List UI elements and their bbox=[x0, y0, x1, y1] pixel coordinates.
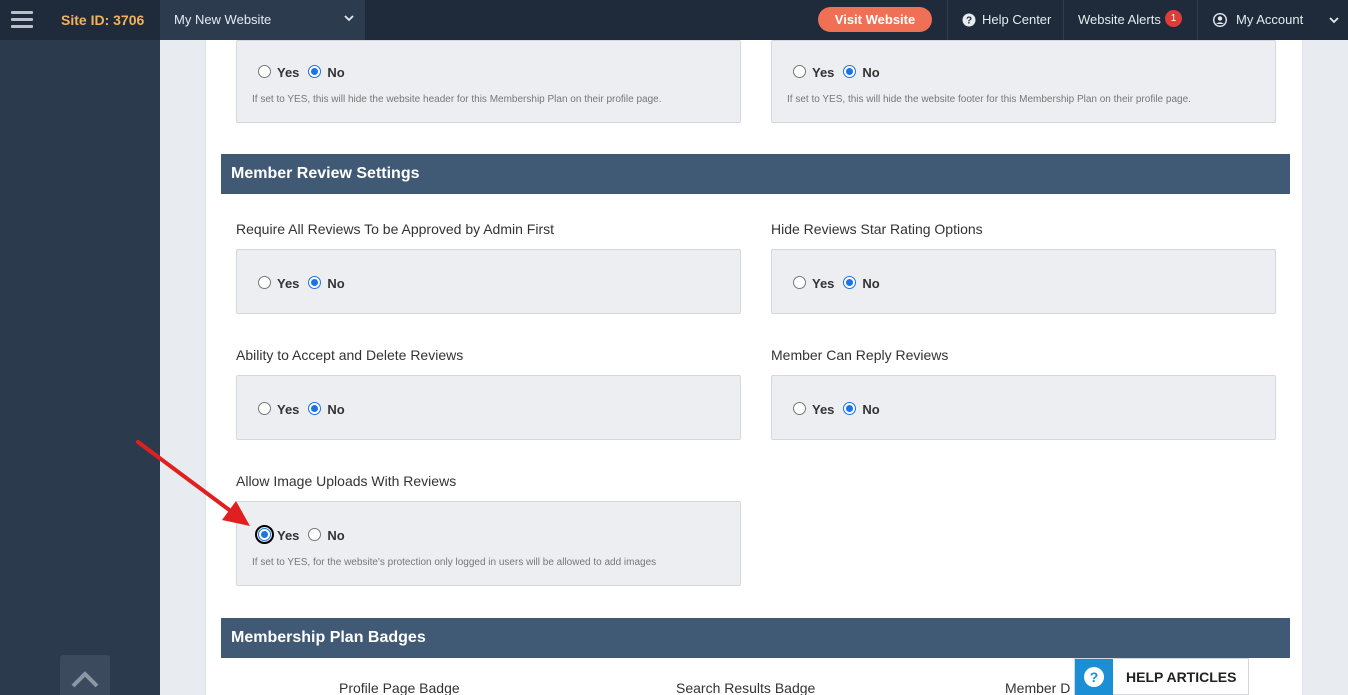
radio-no[interactable] bbox=[308, 527, 322, 541]
settings-card: Yes No If set to YES, this will hide the… bbox=[205, 40, 1303, 695]
member-review-settings-header: Member Review Settings bbox=[221, 154, 1290, 194]
field-label: Member Can Reply Reviews bbox=[771, 347, 949, 363]
scroll-to-top-button[interactable] bbox=[60, 655, 110, 695]
nav-divider bbox=[947, 0, 948, 40]
member-reply-box: Yes No bbox=[771, 375, 1276, 440]
website-selector-label: My New Website bbox=[174, 12, 272, 27]
user-account-icon bbox=[1213, 13, 1227, 27]
radio-yes[interactable] bbox=[793, 64, 806, 78]
hide-footer-box: Yes No If set to YES, this will hide the… bbox=[771, 40, 1276, 123]
radio-yes[interactable] bbox=[793, 401, 806, 415]
help-center-link[interactable]: Help Center bbox=[982, 12, 1051, 27]
radio-yes[interactable] bbox=[258, 401, 271, 415]
top-navigation-bar: Site ID: 3706 My New Website Visit Websi… bbox=[0, 0, 1348, 40]
sidebar bbox=[0, 40, 160, 695]
help-text: If set to YES, this will hide the websit… bbox=[252, 94, 662, 105]
accept-delete-reviews-box: Yes No bbox=[236, 375, 741, 440]
annotation-arrow-icon bbox=[136, 440, 250, 526]
help-text: If set to YES, for the website's protect… bbox=[252, 557, 657, 568]
help-articles-widget[interactable]: ? HELP ARTICLES bbox=[1074, 658, 1249, 695]
hide-star-rating-box: Yes No bbox=[771, 249, 1276, 314]
radio-yes[interactable] bbox=[258, 275, 271, 289]
hide-header-box: Yes No If set to YES, this will hide the… bbox=[236, 40, 741, 123]
radio-no[interactable] bbox=[843, 401, 857, 415]
website-selector[interactable]: My New Website bbox=[160, 0, 365, 40]
field-label: Ability to Accept and Delete Reviews bbox=[236, 347, 464, 363]
nav-divider bbox=[1197, 0, 1198, 40]
radio-no[interactable] bbox=[308, 401, 322, 415]
website-alerts-link[interactable]: Website Alerts bbox=[1078, 12, 1161, 27]
help-text: If set to YES, this will hide the websit… bbox=[787, 94, 1191, 105]
main-content: Yes No If set to YES, this will hide the… bbox=[160, 40, 1348, 695]
radio-yes[interactable] bbox=[258, 64, 271, 78]
membership-plan-badges-header: Membership Plan Badges bbox=[221, 618, 1290, 658]
help-articles-label: HELP ARTICLES bbox=[1126, 669, 1237, 685]
svg-text:?: ? bbox=[966, 16, 972, 27]
help-circle-icon: ? bbox=[962, 13, 976, 27]
profile-page-badge-label: Profile Page Badge bbox=[339, 680, 460, 695]
radio-no[interactable] bbox=[308, 64, 322, 78]
radio-no[interactable] bbox=[843, 64, 857, 78]
visit-website-button[interactable]: Visit Website bbox=[818, 7, 932, 32]
image-uploads-box: Yes No If set to YES, for the website's … bbox=[236, 501, 741, 586]
field-label: Hide Reviews Star Rating Options bbox=[771, 221, 983, 237]
chevron-up-icon bbox=[71, 671, 99, 688]
search-results-badge-label: Search Results Badge bbox=[676, 680, 816, 695]
alerts-count-badge: 1 bbox=[1165, 10, 1182, 27]
radio-yes[interactable] bbox=[793, 275, 806, 289]
member-badge-label: Member D bbox=[1005, 680, 1071, 695]
my-account-link[interactable]: My Account bbox=[1236, 12, 1303, 27]
radio-yes[interactable] bbox=[255, 524, 274, 544]
radio-no[interactable] bbox=[843, 275, 857, 289]
field-label: Require All Reviews To be Approved by Ad… bbox=[236, 221, 555, 237]
field-label: Allow Image Uploads With Reviews bbox=[236, 473, 457, 489]
site-id-label: Site ID: 3706 bbox=[61, 12, 145, 28]
chevron-down-icon[interactable] bbox=[1328, 14, 1340, 26]
require-approval-box: Yes No bbox=[236, 249, 741, 314]
chevron-down-icon bbox=[344, 15, 354, 22]
help-question-icon: ? bbox=[1075, 659, 1113, 695]
radio-no[interactable] bbox=[308, 275, 322, 289]
nav-divider bbox=[1063, 0, 1064, 40]
menu-icon[interactable] bbox=[11, 11, 33, 29]
